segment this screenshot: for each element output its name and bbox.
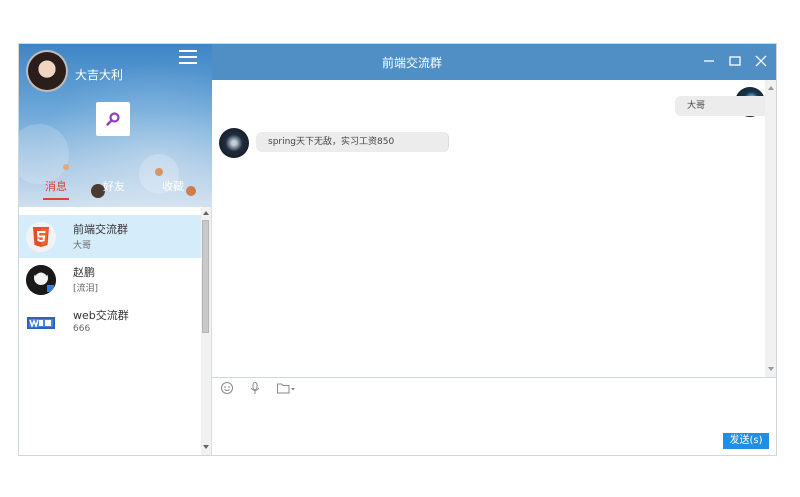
message-scrollbar[interactable] <box>765 80 776 377</box>
chat-panel: 前端交流群 大哥 spring天下无敌，实习工资850 发送(s) <box>212 44 776 455</box>
message-area: 大哥 spring天下无敌，实习工资850 <box>212 80 776 377</box>
scroll-up-arrow[interactable] <box>768 86 774 90</box>
active-tab-indicator <box>43 198 69 200</box>
tab-friends[interactable]: 好友 <box>103 178 125 194</box>
scroll-thumb[interactable] <box>202 220 209 333</box>
message-input[interactable] <box>212 400 765 430</box>
scroll-down-arrow[interactable] <box>203 445 209 449</box>
scroll-down-arrow[interactable] <box>768 367 774 371</box>
conversation-item[interactable]: 前端交流群 大哥 <box>19 215 201 258</box>
sidebar-scrollbar[interactable] <box>201 207 211 455</box>
conversation-item[interactable]: web交流群 666 <box>19 301 201 344</box>
menu-icon[interactable] <box>179 50 197 64</box>
chat-window: 大吉大利 消息 好友 收藏 前端交流群 大哥 赵鹏 [流泪] web交流群 66… <box>18 43 777 456</box>
search-icon <box>106 112 120 126</box>
close-icon[interactable] <box>754 54 768 68</box>
conversation-name: 赵鹏 <box>73 266 95 279</box>
conversation-name: 前端交流群 <box>73 223 128 236</box>
conversation-preview: 大哥 <box>73 241 92 251</box>
flower-decoration <box>63 164 69 170</box>
search-button[interactable] <box>96 102 130 136</box>
chat-title: 前端交流群 <box>381 56 442 70</box>
input-toolbar <box>220 380 296 396</box>
minimize-icon[interactable] <box>702 54 716 68</box>
scroll-up-arrow[interactable] <box>203 211 209 215</box>
conversation-list: 前端交流群 大哥 赵鹏 [流泪] web交流群 666 <box>19 215 201 344</box>
maximize-icon[interactable] <box>728 54 742 68</box>
message-bubble: spring天下无敌，实习工资850 <box>256 132 449 152</box>
sender-avatar[interactable] <box>219 128 249 158</box>
sidebar: 大吉大利 消息 好友 收藏 前端交流群 大哥 赵鹏 [流泪] web交流群 66… <box>19 44 212 455</box>
conversation-name: web交流群 <box>73 309 129 322</box>
web-logo-icon <box>26 308 56 338</box>
tab-favorites[interactable]: 收藏 <box>162 178 184 194</box>
microphone-icon[interactable] <box>248 381 262 395</box>
flower-decoration <box>155 168 163 176</box>
send-button[interactable]: 发送(s) <box>723 433 769 449</box>
html5-icon <box>26 222 56 252</box>
message-bubble: 大哥 <box>675 96 776 116</box>
bokeh-decoration <box>19 124 69 184</box>
chat-titlebar: 前端交流群 <box>212 44 776 80</box>
user-avatar-icon <box>26 265 56 295</box>
tab-messages[interactable]: 消息 <box>45 178 67 194</box>
tab-bar: 消息 好友 收藏 <box>19 178 212 204</box>
conversation-item[interactable]: 赵鹏 [流泪] <box>19 258 201 301</box>
folder-icon[interactable] <box>276 381 296 395</box>
input-divider <box>212 377 776 378</box>
profile-header: 大吉大利 消息 好友 收藏 <box>19 44 212 207</box>
user-name: 大吉大利 <box>75 68 124 82</box>
conversation-preview: 666 <box>73 324 91 334</box>
emoji-icon[interactable] <box>220 381 234 395</box>
user-avatar[interactable] <box>26 50 68 92</box>
conversation-preview: [流泪] <box>73 284 99 294</box>
